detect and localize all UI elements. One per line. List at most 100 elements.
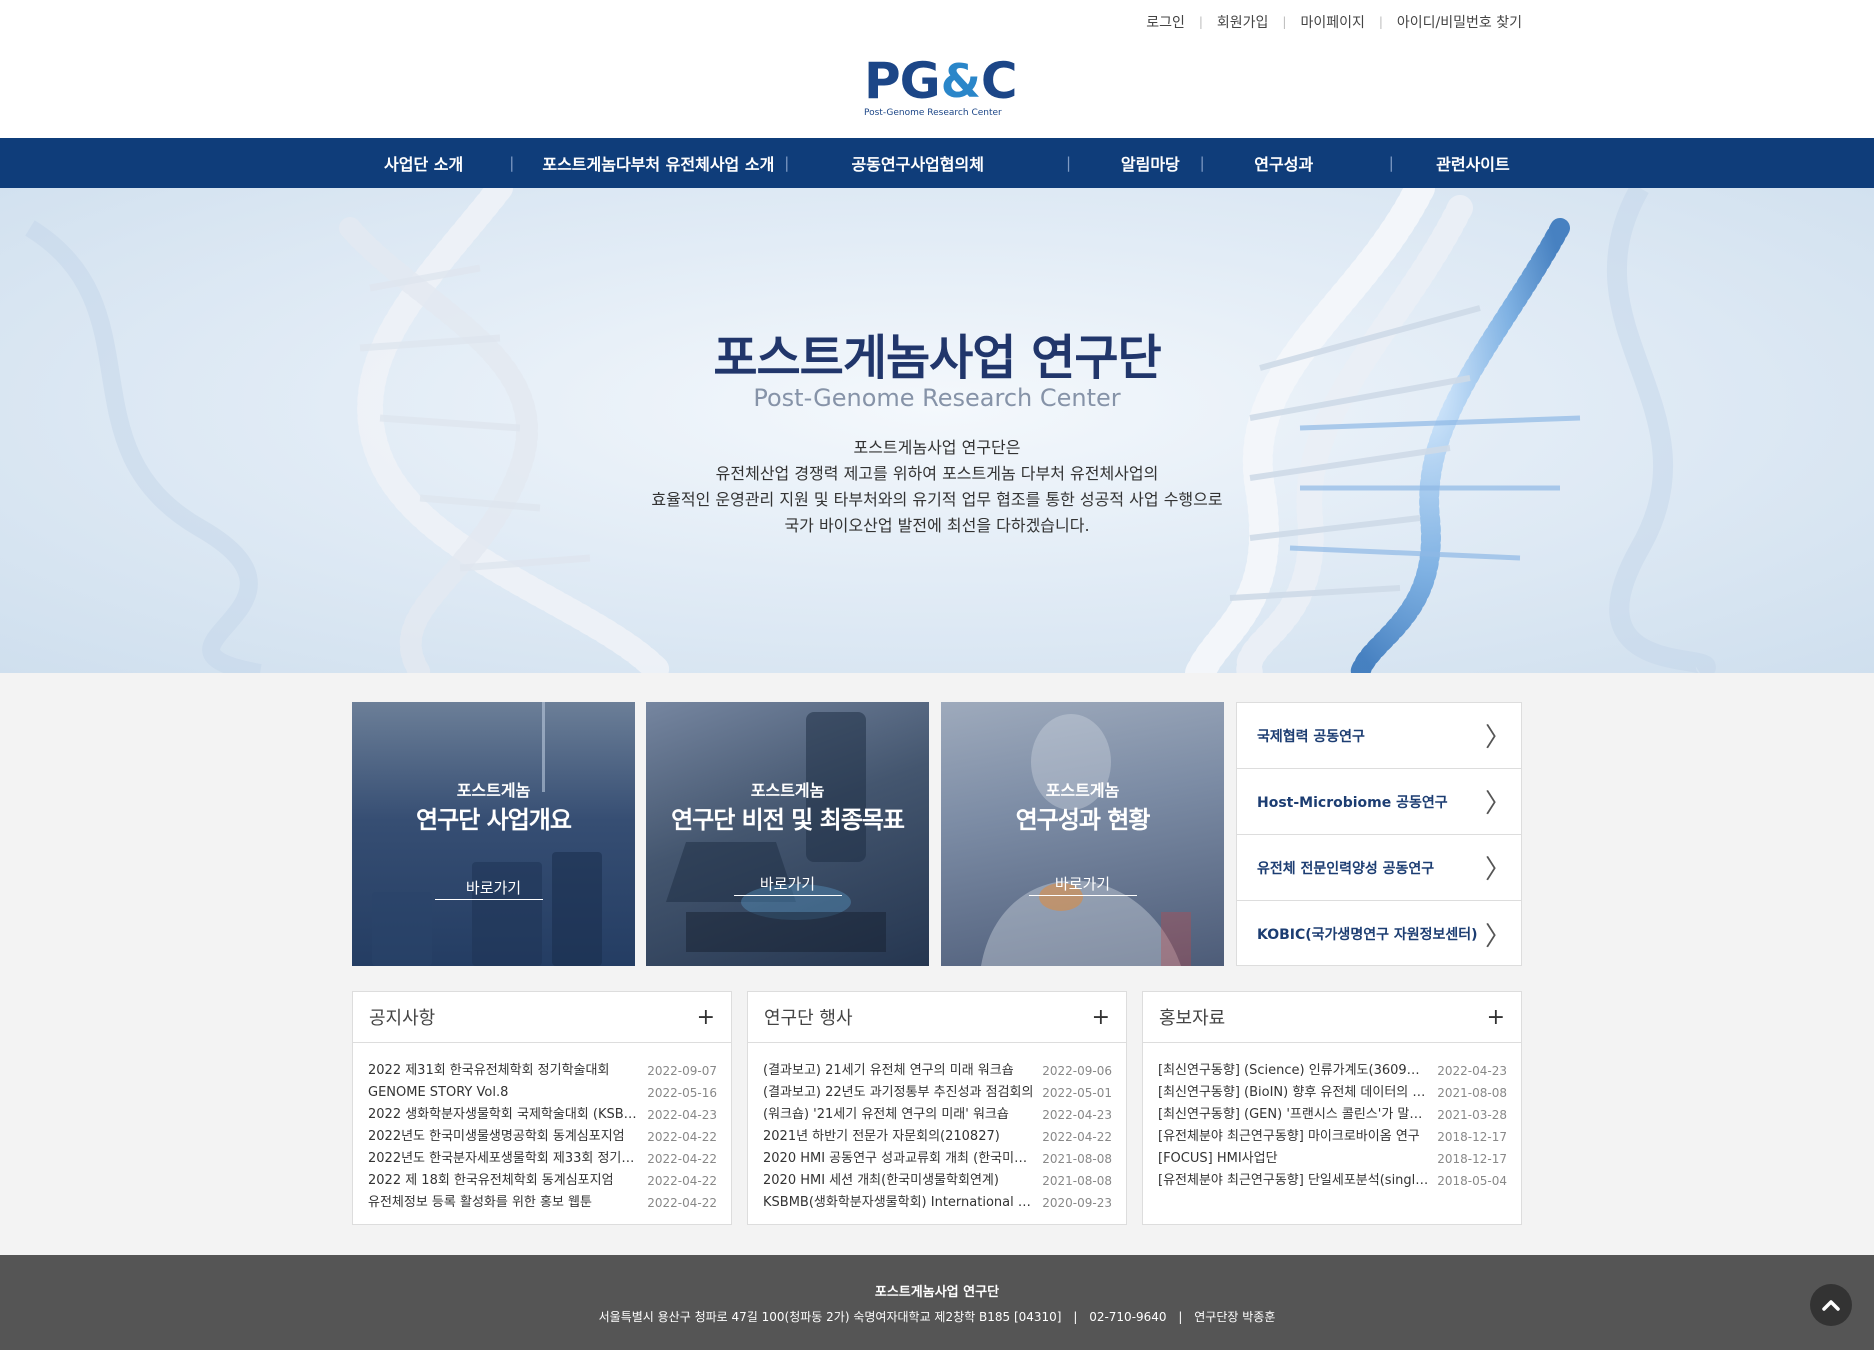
find-account-link[interactable]: 아이디/비밀번호 찾기 — [1397, 12, 1522, 32]
nav-separator: | — [1066, 154, 1072, 172]
board-item-date: 2018-12-17 — [1437, 1152, 1507, 1166]
board-item-title[interactable]: GENOME STORY Vol.8 — [368, 1082, 639, 1104]
hero-banner: 포스트게놈사업 연구단 Post-Genome Research Center … — [0, 188, 1874, 673]
board-item[interactable]: GENOME STORY Vol.8 2022-05-16 — [368, 1082, 717, 1104]
board-item-date: 2021-08-08 — [1042, 1152, 1112, 1166]
board-item-title[interactable]: [유전체분야 최근연구동향] 마이크로바이옴 연구 — [1158, 1126, 1429, 1148]
signup-link[interactable]: 회원가입 — [1217, 12, 1269, 32]
board-item-date: 2022-04-23 — [1437, 1064, 1507, 1078]
board-item[interactable]: 2021년 하반기 전문가 자문회의(210827) 2022-04-22 — [763, 1126, 1112, 1148]
board-item[interactable]: [최신연구동향] (BioIN) 향후 유전체 데이터의 활용 2021-08-0… — [1158, 1082, 1507, 1104]
plus-icon[interactable]: + — [697, 1005, 715, 1030]
go-link-underline — [435, 899, 543, 900]
board-item-title[interactable]: 2022 제31회 한국유전체학회 정기학술대회 — [368, 1060, 639, 1082]
board-item[interactable]: [최신연구동향] (GEN) '프랜시스 콜린스'가 말하는 2021-03-28 — [1158, 1104, 1507, 1126]
quick-box-title: 연구단 비전 및 최종목표 — [671, 806, 905, 834]
chevron-right-icon: 〉 — [1484, 723, 1511, 753]
board-item-date: 2021-03-28 — [1437, 1108, 1507, 1122]
board-item[interactable]: [최신연구동향] (Science) 인류가계도(3609만년) 2022-04-… — [1158, 1060, 1507, 1082]
board-item[interactable]: KSBMB(생화학분자생물학회) International Conferenc… — [763, 1192, 1112, 1214]
board-item[interactable]: (결과보고) 22년도 과기정통부 추진성과 점검회의 2022-05-01 — [763, 1082, 1112, 1104]
quick-box-vision[interactable]: 포스트게놈 연구단 비전 및 최종목표 바로가기 — [646, 702, 929, 966]
quick-box-overline: 포스트게놈 — [456, 781, 531, 800]
board-item-title[interactable]: [FOCUS] HMI사업단 — [1158, 1148, 1429, 1170]
go-link-underline — [1029, 895, 1137, 896]
board-item[interactable]: [유전체분야 최근연구동향] 마이크로바이옴 연구 2018-12-17 — [1158, 1126, 1507, 1148]
board-item-title[interactable]: 2020 HMI 공동연구 성과교류회 개최 (한국미생물학회) — [763, 1148, 1034, 1170]
scroll-top-button[interactable] — [1810, 1284, 1852, 1326]
board-item-date: 2022-04-22 — [647, 1152, 717, 1166]
board-item-title[interactable]: (워크숍) '21세기 유전체 연구의 미래' 워크숍 — [763, 1104, 1034, 1126]
board-notice: 공지사항 + 2022 제31회 한국유전체학회 정기학술대회 2022-09-0… — [352, 991, 732, 1225]
link-workforce[interactable]: 유전체 전문인력양성 공동연구 〉 — [1237, 835, 1521, 901]
board-item[interactable]: 2022 생화학분자생물학회 국제학술대회 (KSBMB) 2022-04-23 — [368, 1104, 717, 1126]
chevron-right-icon: 〉 — [1484, 921, 1511, 952]
board-list: 2022 제31회 한국유전체학회 정기학술대회 2022-09-07 GENOM… — [353, 1043, 731, 1214]
board-item-title[interactable]: (결과보고) 21세기 유전체 연구의 미래 워크숍 — [763, 1060, 1034, 1082]
chevron-up-icon — [1822, 1300, 1840, 1311]
board-item[interactable]: 2022년도 한국분자세포생물학회 제33회 정기학술대회 2022-04-22 — [368, 1148, 717, 1170]
board-item[interactable]: [FOCUS] HMI사업단 2018-12-17 — [1158, 1148, 1507, 1170]
board-item-date: 2022-05-01 — [1042, 1086, 1112, 1100]
nav-item-notice[interactable]: 알림마당 — [1111, 151, 1190, 175]
board-item-date: 2022-09-07 — [647, 1064, 717, 1078]
board-item-date: 2022-04-23 — [1042, 1108, 1112, 1122]
nav-separator: | — [1199, 154, 1205, 172]
board-item[interactable]: 2022년도 한국미생물생명공학회 동계심포지엄 2022-04-22 — [368, 1126, 717, 1148]
board-item-title[interactable]: [최신연구동향] (GEN) '프랜시스 콜린스'가 말하는 — [1158, 1104, 1429, 1126]
header: 로그인 | 회원가입 | 마이페이지 | 아이디/비밀번호 찾기 PG & C Po… — [0, 0, 1874, 138]
link-intl-collab[interactable]: 국제협력 공동연구 〉 — [1237, 703, 1521, 769]
board-item-title[interactable]: 2020 HMI 세션 개최(한국미생물학회연계) — [763, 1170, 1034, 1192]
util-separator: | — [1282, 15, 1287, 29]
hero-description: 포스트게놈사업 연구단은 유전체산업 경쟁력 제고를 위하여 포스트게놈 다부처… — [0, 435, 1874, 539]
board-title: 공지사항 — [369, 1008, 436, 1029]
board-item-title[interactable]: 2021년 하반기 전문가 자문회의(210827) — [763, 1126, 1034, 1148]
quick-box-overline: 포스트게놈 — [750, 781, 825, 800]
nav-item-about[interactable]: 사업단 소개 — [352, 151, 495, 175]
nav-item-results[interactable]: 연구성과 — [1235, 151, 1333, 175]
login-link[interactable]: 로그인 — [1146, 12, 1185, 32]
board-item[interactable]: (워크숍) '21세기 유전체 연구의 미래' 워크숍 2022-04-23 — [763, 1104, 1112, 1126]
board-item-title[interactable]: [유전체분야 최근연구동향] 단일세포분석(single cell) — [1158, 1170, 1429, 1192]
board-item-date: 2022-04-22 — [1042, 1130, 1112, 1144]
link-kobic[interactable]: KOBIC(국가생명연구 자원정보센터) 〉 — [1237, 901, 1521, 967]
link-label: 국제협력 공동연구 — [1257, 728, 1365, 745]
board-item-title[interactable]: 2022 생화학분자생물학회 국제학술대회 (KSBMB) — [368, 1104, 639, 1126]
board-item-title[interactable]: 2022 제 18회 한국유전체학회 동계심포지엄 — [368, 1170, 639, 1192]
plus-icon[interactable]: + — [1092, 1005, 1110, 1030]
link-label: 유전체 전문인력양성 공동연구 — [1257, 860, 1435, 877]
board-item-date: 2020-09-23 — [1042, 1196, 1112, 1210]
board-item-title[interactable]: [최신연구동향] (Science) 인류가계도(3609만년) — [1158, 1060, 1429, 1082]
quick-box-results[interactable]: 포스트게놈 연구성과 현황 바로가기 — [941, 702, 1224, 966]
board-item[interactable]: 2022 제 18회 한국유전체학회 동계심포지엄 2022-04-22 — [368, 1170, 717, 1192]
board-item[interactable]: 2020 HMI 세션 개최(한국미생물학회연계) 2021-08-08 — [763, 1170, 1112, 1192]
mypage-link[interactable]: 마이페이지 — [1300, 12, 1364, 32]
board-item[interactable]: 2020 HMI 공동연구 성과교류회 개최 (한국미생물학회) 2021-08-… — [763, 1148, 1112, 1170]
nav-separator: | — [1388, 154, 1394, 172]
quick-box-title: 연구단 사업개요 — [416, 806, 572, 834]
dna-helix-illustration — [25, 188, 1716, 673]
nav-item-council[interactable]: 공동연구사업협의체 — [829, 151, 1006, 175]
board-title: 연구단 행사 — [764, 1008, 853, 1029]
board-item-title[interactable]: 유전체정보 등록 활성화를 위한 홍보 웹툰 — [368, 1192, 639, 1214]
board-item-date: 2021-08-08 — [1042, 1174, 1112, 1188]
quick-box-overview[interactable]: 포스트게놈 연구단 사업개요 바로가기 — [352, 702, 635, 966]
nav-item-related[interactable]: 관련사이트 — [1424, 151, 1522, 175]
plus-icon[interactable]: + — [1487, 1005, 1505, 1030]
site-logo[interactable]: PG & C Post-Genome Research Center — [864, 56, 1018, 120]
board-item-title[interactable]: (결과보고) 22년도 과기정통부 추진성과 점검회의 — [763, 1082, 1034, 1104]
board-list: (결과보고) 21세기 유전체 연구의 미래 워크숍 2022-09-06 (결과… — [748, 1043, 1126, 1214]
link-host-microbiome[interactable]: Host-Microbiome 공동연구 〉 — [1237, 769, 1521, 835]
board-item-title[interactable]: [최신연구동향] (BioIN) 향후 유전체 데이터의 활용 — [1158, 1082, 1429, 1104]
board-item[interactable]: 2022 제31회 한국유전체학회 정기학술대회 2022-09-07 — [368, 1060, 717, 1082]
board-item-title[interactable]: 2022년도 한국미생물생명공학회 동계심포지엄 — [368, 1126, 639, 1148]
board-item[interactable]: (결과보고) 21세기 유전체 연구의 미래 워크숍 2022-09-06 — [763, 1060, 1112, 1082]
board-item[interactable]: 유전체정보 등록 활성화를 위한 홍보 웹툰 2022-04-22 — [368, 1192, 717, 1214]
board-item-date: 2022-05-16 — [647, 1086, 717, 1100]
board-item-title[interactable]: KSBMB(생화학분자생물학회) International Conferenc… — [763, 1192, 1034, 1214]
nav-separator: | — [784, 154, 790, 172]
logo-subtitle: Post-Genome Research Center — [864, 108, 1002, 118]
board-item-title[interactable]: 2022년도 한국분자세포생물학회 제33회 정기학술대회 — [368, 1148, 639, 1170]
nav-item-program[interactable]: 포스트게놈다부처 유전체사업 소개 — [542, 151, 774, 175]
board-item[interactable]: [유전체분야 최근연구동향] 단일세포분석(single cell) 2018-0… — [1158, 1170, 1507, 1192]
